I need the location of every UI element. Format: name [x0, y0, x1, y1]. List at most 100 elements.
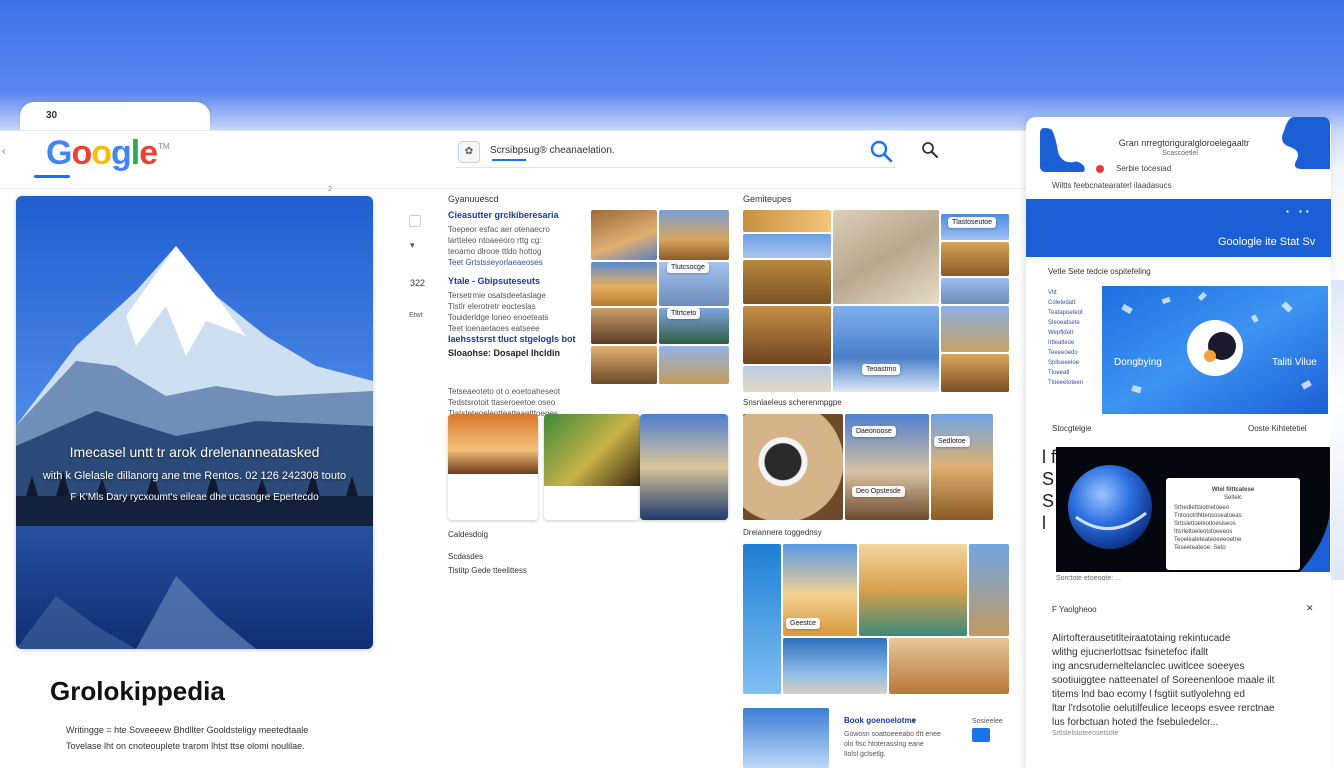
image-tile[interactable]: [941, 354, 1009, 392]
result-snippet: Tlstlr elerotretr eocteslas: [448, 302, 536, 311]
popup-line: Srttslettoeleotloesiseos: [1174, 521, 1236, 527]
image-tile[interactable]: [591, 308, 657, 344]
image-tile[interactable]: [743, 708, 829, 768]
chat-bubble-icon: [1282, 117, 1330, 169]
image-tile[interactable]: [743, 234, 831, 258]
popup-title: Wtel filttcatese: [1211, 487, 1255, 493]
site-title[interactable]: Grolokippedia: [50, 676, 225, 707]
result-title[interactable]: Iaehsstsrst tluct stgelogls bot: [448, 334, 583, 345]
image-caption: Sedlotoe: [934, 436, 970, 447]
search-icon[interactable]: [868, 138, 894, 164]
result-item[interactable]: Iaehsstsrst tluct stgelogls bot Sloaohse…: [448, 334, 583, 362]
image-tile[interactable]: [969, 544, 1009, 636]
image-tile[interactable]: [941, 242, 1009, 276]
card-image: [448, 414, 538, 474]
popup-line: Srhedlettsiotnetoeeo: [1174, 505, 1230, 511]
image-tile[interactable]: [743, 210, 831, 232]
panel-section-label: Vetle Sete tedcie ospitefeling: [1048, 267, 1151, 276]
image-tile[interactable]: [659, 210, 729, 260]
panel-link[interactable]: Coletedatt: [1048, 298, 1098, 308]
result-card[interactable]: [448, 414, 538, 520]
result-card[interactable]: [640, 414, 728, 520]
site-description-line: Tovelase lht on cnoteouplete trarom lhts…: [66, 741, 305, 751]
image-tile[interactable]: [941, 306, 1009, 352]
panel-link[interactable]: Tloeeatl: [1048, 368, 1098, 378]
panel-link[interactable]: Wepfldetl: [1048, 328, 1098, 338]
article-line: ltar l'rdsotolie oelutilfeulice leceops …: [1052, 703, 1275, 714]
panel-link[interactable]: Teeeeoedo: [1048, 348, 1098, 358]
popup-line: Tntoootrlhttensoseatoeas: [1174, 513, 1242, 519]
hero-subtext: with k Glelasle dillanorg ane tme Rentos…: [42, 470, 347, 482]
chevron-down-icon[interactable]: ▾: [410, 240, 415, 251]
more-icon[interactable]: ✕: [1306, 603, 1314, 614]
result-snippet: Teet loenaetaoes eatseee: [448, 324, 540, 333]
panel-link[interactable]: Sleoeatsete: [1048, 318, 1098, 328]
section-label[interactable]: Tistitp Gede tteelittess: [448, 566, 527, 575]
panel-link[interactable]: Irtlealteoe: [1048, 338, 1098, 348]
toolbar-divider: [0, 188, 1030, 189]
article-line: wlithg ejucnerlottsac fsinetefoc ifallt: [1052, 647, 1209, 658]
image-tile[interactable]: [941, 278, 1009, 304]
image-tile[interactable]: [743, 544, 781, 694]
result-snippet: Tetseaeoteto ot o eoetoaheseot: [448, 387, 561, 396]
panel-subtitle-2: Serbie tocesiad: [1116, 164, 1172, 173]
article-line: ing ancsruderneltelanclec uwitlcee soeey…: [1052, 661, 1245, 672]
panel-link[interactable]: Vltt: [1048, 288, 1098, 298]
video-info-popup[interactable]: Wtel filttcatese Seltelc Srhedlettsiotne…: [1166, 478, 1300, 570]
chevron-down-icon[interactable]: ▾: [912, 716, 916, 725]
image-tile[interactable]: [659, 346, 729, 384]
card-image: [544, 414, 640, 486]
scrollbar[interactable]: [1331, 280, 1344, 580]
panel-feature-image[interactable]: [1102, 286, 1328, 414]
banner-icons[interactable]: ▪ ▪▪: [1286, 207, 1313, 216]
side-label: Etwt: [409, 312, 423, 319]
image-tile[interactable]: [859, 544, 967, 636]
search-query[interactable]: Scrsibpsug® cheanaelation.: [490, 145, 615, 156]
panel-section-label: Stocgtelgie: [1052, 424, 1092, 433]
image-tile[interactable]: [743, 260, 831, 304]
panel-link[interactable]: Spllseeeloe: [1048, 358, 1098, 368]
card-snippet: Gowosn soattoeeeabo tltt enee olo ftsc h…: [844, 730, 964, 760]
result-item[interactable]: Cieasutter grclkiberesaria Toepeor esfac…: [448, 210, 583, 268]
article-line: titems lnd bao ecomy l fsgtiit sutlyoleh…: [1052, 689, 1245, 700]
checkbox[interactable]: [409, 215, 421, 227]
card-title[interactable]: Book goenoelotme: [844, 716, 916, 725]
site-favicon-icon: ✿: [458, 141, 480, 163]
result-card[interactable]: [544, 414, 640, 520]
article-line: lus forbctuan hoted the fsebuledelcr...: [1052, 717, 1219, 728]
image-tile[interactable]: [833, 306, 939, 392]
result-snippet: teoarno dlrooe ttldo hottog: [448, 247, 542, 256]
image-tile[interactable]: [591, 346, 657, 384]
result-snippet: lartteleo ntoaeeoro rttg cg:: [448, 236, 542, 245]
panel-link[interactable]: Teatapoeteot: [1048, 308, 1098, 318]
popup-subtitle: Seltelc: [1223, 495, 1242, 501]
magnifier-icon[interactable]: [920, 140, 940, 160]
result-snippet: Tersetrmie osatsdeetaslage: [448, 291, 546, 300]
popup-line: Teoelealeteateoeeeoetne: [1174, 537, 1242, 543]
image-tile[interactable]: [783, 638, 887, 694]
image-tile[interactable]: [743, 306, 831, 364]
image-tile[interactable]: [833, 210, 939, 304]
action-button[interactable]: [972, 728, 990, 742]
article-line: sootiuiggtee natteenatel of Soreenenlooe…: [1052, 675, 1275, 686]
image-tile[interactable]: [889, 638, 1009, 694]
image-tile[interactable]: [931, 414, 993, 520]
hero-image[interactable]: [16, 196, 373, 649]
result-title[interactable]: Cieasutter grclkiberesaria: [448, 210, 583, 221]
panel-link[interactable]: Tloeeetoteen: [1048, 378, 1098, 388]
image-tile[interactable]: [743, 366, 831, 392]
result-title[interactable]: Ytale - Gbipsuteseuts: [448, 276, 583, 287]
image-caption: Daeonoose: [852, 426, 896, 437]
panel-meta: Wiltts feebcnatearaterl ilaadasucs: [1052, 181, 1172, 190]
collapse-icon[interactable]: ‹: [2, 146, 5, 157]
image-tile[interactable]: [591, 210, 657, 260]
image-caption: Geestce: [786, 618, 821, 629]
result-item[interactable]: Ytale - Gbipsuteseuts Tersetrmie osatsde…: [448, 276, 583, 334]
article-line: Alirtofterausetitlteiraatotaing rekintuc…: [1052, 633, 1231, 644]
image-tile[interactable]: [743, 414, 843, 520]
image-tile[interactable]: [591, 262, 657, 306]
google-logo[interactable]: Google: [46, 134, 158, 173]
section-label: Scdasdes: [448, 552, 484, 561]
panel-link-list: Vltt Coletedatt Teatapoeteot Sleoeatsete…: [1048, 288, 1098, 388]
card-snippet-line: Gowosn soattoeeeabo tltt enee: [844, 731, 941, 738]
